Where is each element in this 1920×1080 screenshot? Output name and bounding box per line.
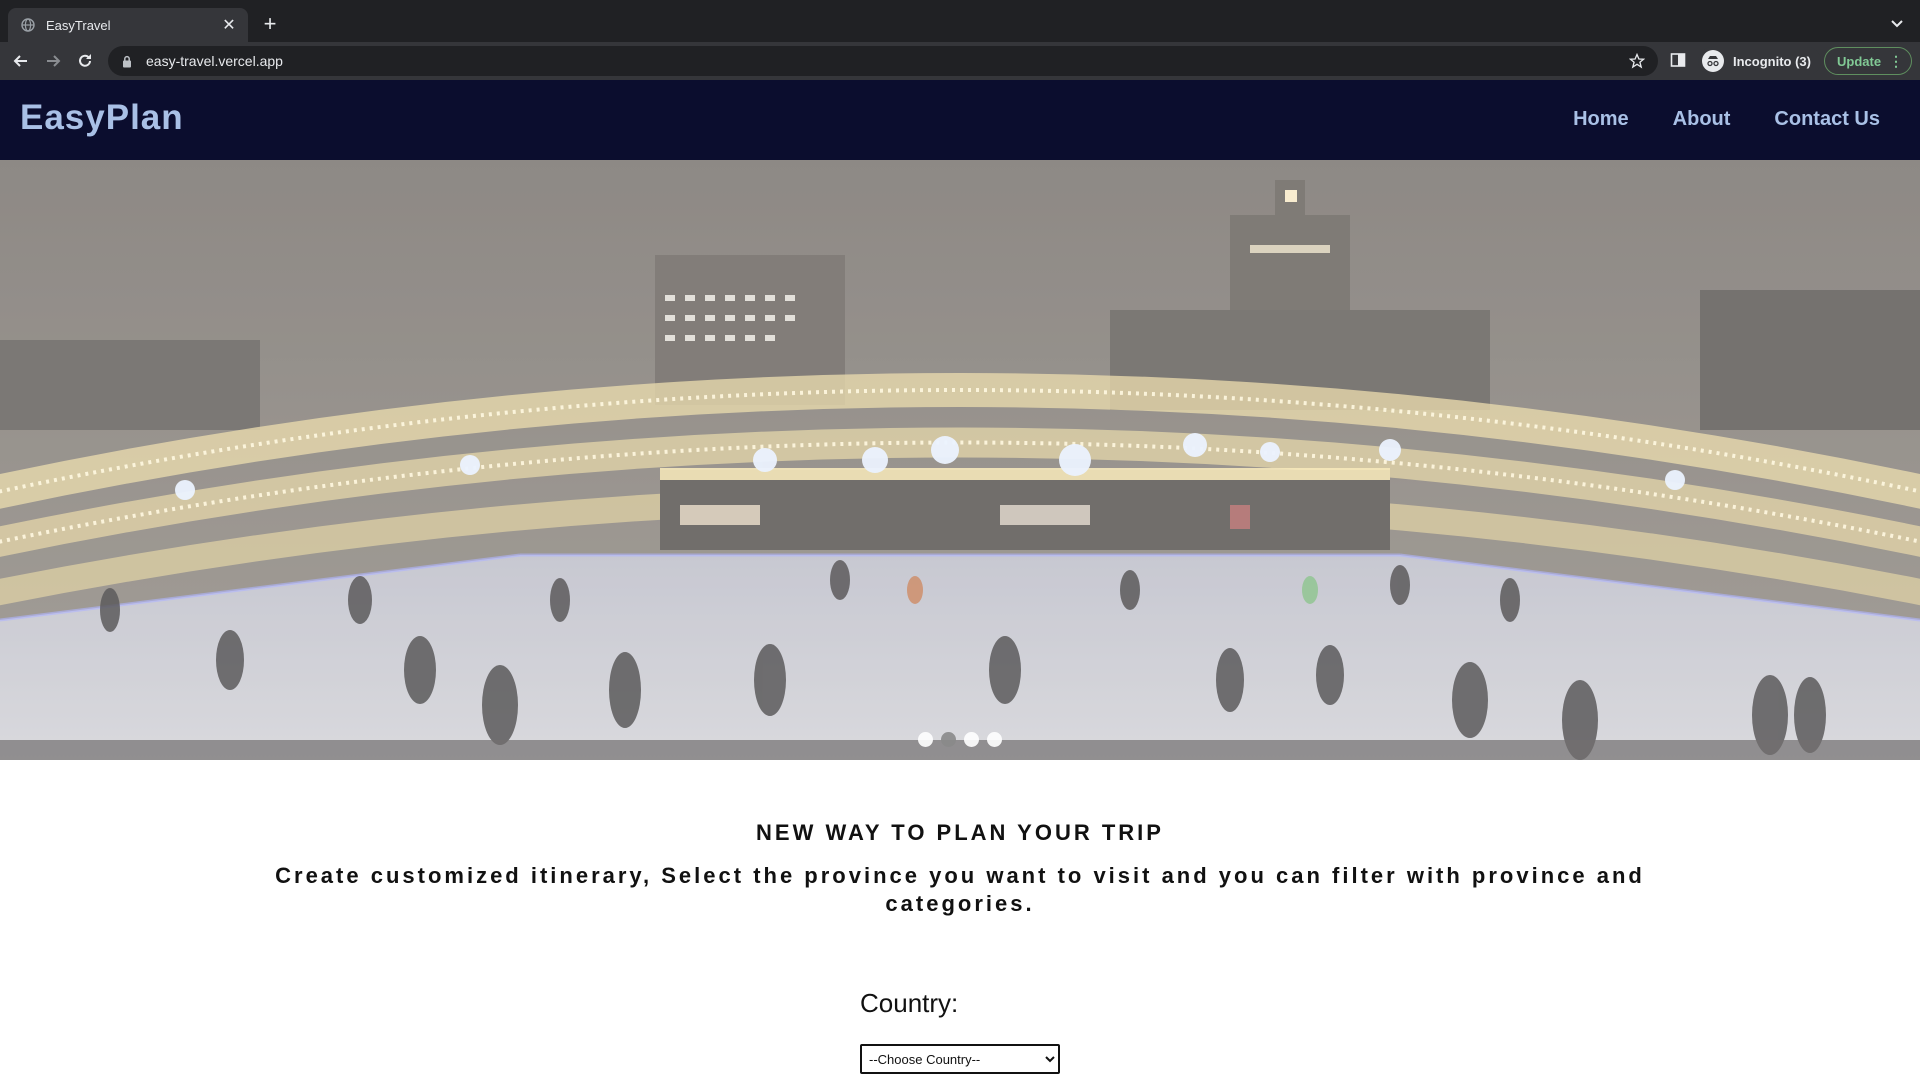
- update-button[interactable]: Update ⋮: [1824, 47, 1912, 75]
- carousel-dot-4[interactable]: [987, 732, 1002, 747]
- chevron-down-icon[interactable]: [1888, 14, 1906, 32]
- close-icon[interactable]: ✕: [220, 15, 238, 35]
- incognito-profile-button[interactable]: Incognito (3): [1698, 47, 1821, 75]
- globe-icon: [20, 17, 36, 33]
- page-headline: NEW WAY TO PLAN YOUR TRIP: [756, 820, 1164, 845]
- carousel-indicators: [0, 732, 1920, 747]
- more-vert-icon[interactable]: ⋮: [1889, 54, 1903, 68]
- incognito-icon: [1702, 50, 1724, 72]
- tab-title: EasyTravel: [46, 17, 111, 33]
- back-arrow-icon[interactable]: [10, 50, 32, 72]
- incognito-label: Incognito (3): [1733, 53, 1811, 69]
- lock-icon[interactable]: [122, 54, 136, 68]
- carousel-dot-3[interactable]: [964, 732, 979, 747]
- page-subtext: Create customized itinerary, Select the …: [275, 863, 1645, 916]
- hero-carousel: [0, 160, 1920, 760]
- address-bar[interactable]: easy-travel.vercel.app: [108, 46, 1658, 76]
- site-logo[interactable]: EasyPlan: [20, 98, 184, 138]
- nav-home-link[interactable]: Home: [1573, 108, 1629, 131]
- country-select[interactable]: --Choose Country--: [860, 1044, 1060, 1074]
- nav-contact-link[interactable]: Contact Us: [1774, 108, 1880, 131]
- browser-tabstrip: EasyTravel ✕ +: [0, 0, 1920, 42]
- browser-toolbar: easy-travel.vercel.app Incognito (3) Upd…: [0, 42, 1920, 80]
- star-icon[interactable]: [1628, 52, 1646, 70]
- reload-icon[interactable]: [74, 50, 96, 72]
- plus-icon[interactable]: +: [258, 10, 282, 38]
- url-text: easy-travel.vercel.app: [146, 53, 283, 69]
- country-label: Country:: [860, 988, 959, 1018]
- update-label: Update: [1837, 53, 1882, 69]
- side-panel-icon[interactable]: [1670, 52, 1688, 70]
- site-header: EasyPlan Home About Contact Us: [0, 80, 1920, 160]
- forward-arrow-icon[interactable]: [42, 50, 64, 72]
- hero-image: [0, 160, 1920, 760]
- browser-tab[interactable]: EasyTravel ✕: [8, 8, 248, 42]
- carousel-dot-2[interactable]: [941, 732, 956, 747]
- nav-about-link[interactable]: About: [1673, 108, 1731, 131]
- main-nav: Home About Contact Us: [1573, 108, 1880, 131]
- carousel-dot-1[interactable]: [918, 732, 933, 747]
